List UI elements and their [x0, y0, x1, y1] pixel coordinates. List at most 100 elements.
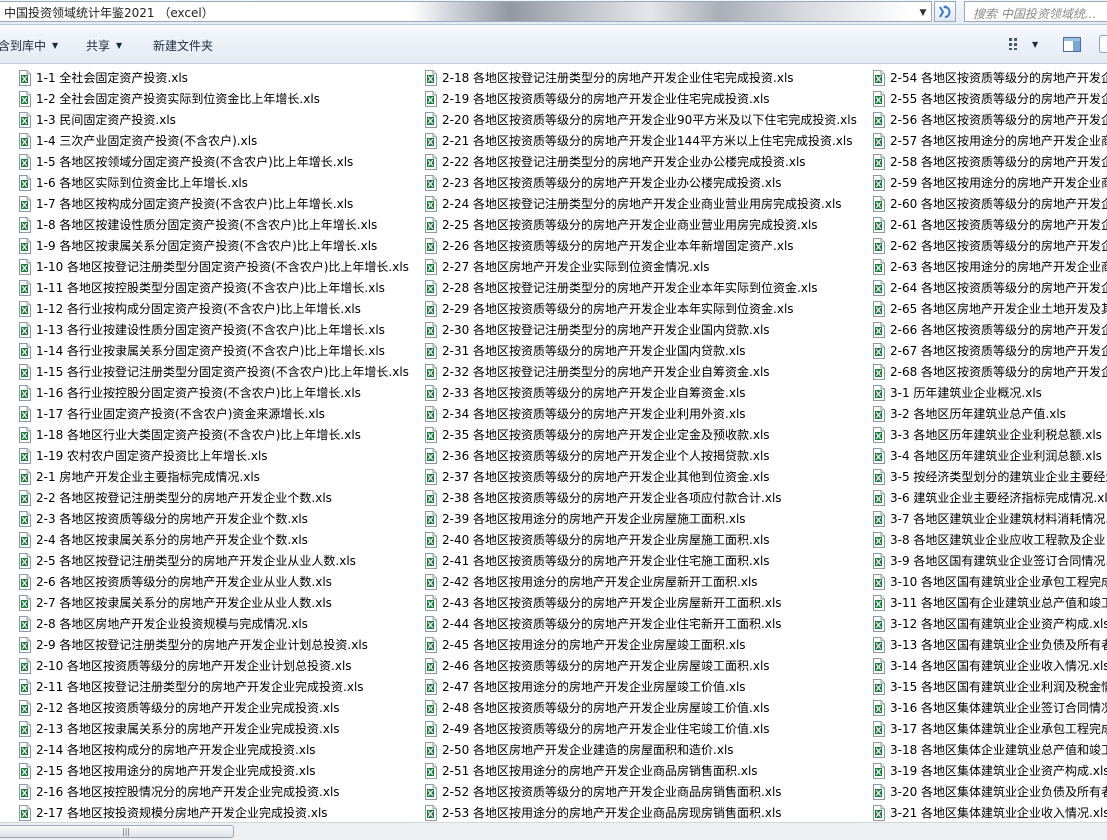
file-item[interactable]: 3-13 各地区国有建筑业企业负债及所有者 [872, 634, 1107, 655]
file-item[interactable]: 2-43 各地区按资质等级分的房地产开发企业房屋新开工面积.xls [424, 592, 857, 613]
file-item[interactable]: 2-22 各地区按登记注册类型分的房地产开发企业办公楼完成投资.xls [424, 151, 857, 172]
file-item[interactable]: 1-10 各地区按登记注册类型分固定资产投资(不含农户)比上年增长.xls [18, 256, 409, 277]
file-item[interactable]: 1-2 全社会固定资产投资实际到位资金比上年增长.xls [18, 88, 409, 109]
preview-pane-button[interactable] [1063, 37, 1081, 55]
file-item[interactable]: 2-52 各地区按资质等级分的房地产开发企业商品房销售面积.xls [424, 781, 857, 802]
file-item[interactable]: 2-55 各地区按资质等级分的房地产开发企 [872, 88, 1107, 109]
file-item[interactable]: 2-65 各地区房地产开发企业土地开发及其 [872, 298, 1107, 319]
file-item[interactable]: 2-18 各地区按登记注册类型分的房地产开发企业住宅完成投资.xls [424, 67, 857, 88]
file-item[interactable]: 2-4 各地区按隶属关系分的房地产开发企业个数.xls [18, 529, 409, 550]
file-item[interactable]: 2-38 各地区按资质等级分的房地产开发企业各项应付款合计.xls [424, 487, 857, 508]
file-item[interactable]: 2-21 各地区按资质等级分的房地产开发企业144平方米以上住宅完成投资.xls [424, 130, 857, 151]
file-item[interactable]: 2-66 各地区按资质等级分的房地产开发企 [872, 319, 1107, 340]
file-item[interactable]: 1-19 农村农户固定资产投资比上年增长.xls [18, 445, 409, 466]
file-item[interactable]: 2-57 各地区按用途分的房地产开发企业商 [872, 130, 1107, 151]
file-item[interactable]: 3-10 各地区国有建筑业企业承包工程完成 [872, 571, 1107, 592]
file-item[interactable]: 3-18 各地区集体企业建筑业总产值和竣工 [872, 739, 1107, 760]
file-item[interactable]: 1-5 各地区按领域分固定资产投资(不含农户)比上年增长.xls [18, 151, 409, 172]
file-item[interactable]: 3-4 各地区历年建筑业企业利润总额.xls [872, 445, 1107, 466]
file-item[interactable]: 2-28 各地区按登记注册类型分的房地产开发企业本年实际到位资金.xls [424, 277, 857, 298]
share-button[interactable]: 共享 ▼ [86, 37, 122, 54]
file-item[interactable]: 2-58 各地区按资质等级分的房地产开发企 [872, 151, 1107, 172]
file-item[interactable]: 2-14 各地区按构成分的房地产开发企业完成投资.xls [18, 739, 409, 760]
file-item[interactable]: 2-32 各地区按登记注册类型分的房地产开发企业自筹资金.xls [424, 361, 857, 382]
new-folder-button[interactable]: 新建文件夹 [153, 37, 213, 54]
file-item[interactable]: 3-9 各地区国有建筑业企业签订合同情况. [872, 550, 1107, 571]
file-item[interactable]: 3-5 按经济类型划分的建筑业企业主要经济 [872, 466, 1107, 487]
file-item[interactable]: 2-34 各地区按资质等级分的房地产开发企业利用外资.xls [424, 403, 857, 424]
file-item[interactable]: 2-3 各地区按资质等级分的房地产开发企业个数.xls [18, 508, 409, 529]
file-item[interactable]: 3-3 各地区历年建筑业企业利税总额.xls [872, 424, 1107, 445]
file-item[interactable]: 3-7 各地区建筑业企业建筑材料消耗情况. [872, 508, 1107, 529]
file-item[interactable]: 1-8 各地区按建设性质分固定资产投资(不含农户)比上年增长.xls [18, 214, 409, 235]
file-item[interactable]: 2-67 各地区按资质等级分的房地产开发企 [872, 340, 1107, 361]
file-item[interactable]: 2-23 各地区按资质等级分的房地产开发企业办公楼完成投资.xls [424, 172, 857, 193]
file-item[interactable]: 2-36 各地区按资质等级分的房地产开发企业个人按揭贷款.xls [424, 445, 857, 466]
file-item[interactable]: 1-15 各行业按登记注册类型分固定资产投资(不含农户)比上年增长.xls [18, 361, 409, 382]
file-item[interactable]: 2-51 各地区按用途分的房地产开发企业商品房销售面积.xls [424, 760, 857, 781]
file-item[interactable]: 2-31 各地区按资质等级分的房地产开发企业国内贷款.xls [424, 340, 857, 361]
file-item[interactable]: 2-5 各地区按登记注册类型分的房地产开发企业从业人数.xls [18, 550, 409, 571]
file-item[interactable]: 2-33 各地区按资质等级分的房地产开发企业自筹资金.xls [424, 382, 857, 403]
file-item[interactable]: 3-1 历年建筑业企业概况.xls [872, 382, 1107, 403]
file-item[interactable]: 2-16 各地区按控股情况分的房地产开发企业完成投资.xls [18, 781, 409, 802]
file-item[interactable]: 2-47 各地区按用途分的房地产开发企业房屋竣工价值.xls [424, 676, 857, 697]
file-item[interactable]: 2-7 各地区按隶属关系分的房地产开发企业从业人数.xls [18, 592, 409, 613]
file-item[interactable]: 2-44 各地区按资质等级分的房地产开发企业住宅新开工面积.xls [424, 613, 857, 634]
file-item[interactable]: 1-12 各行业按构成分固定资产投资(不含农户)比上年增长.xls [18, 298, 409, 319]
file-item[interactable]: 2-1 房地产开发企业主要指标完成情况.xls [18, 466, 409, 487]
file-item[interactable]: 2-42 各地区按用途分的房地产开发企业房屋新开工面积.xls [424, 571, 857, 592]
file-item[interactable]: 2-39 各地区按用途分的房地产开发企业房屋施工面积.xls [424, 508, 857, 529]
search-input[interactable]: 搜索 中国投资领域统... [964, 1, 1107, 22]
file-item[interactable]: 2-56 各地区按资质等级分的房地产开发企 [872, 109, 1107, 130]
file-item[interactable]: 1-9 各地区按隶属关系分固定资产投资(不含农户)比上年增长.xls [18, 235, 409, 256]
file-item[interactable]: 2-13 各地区按隶属关系分的房地产开发企业完成投资.xls [18, 718, 409, 739]
file-item[interactable]: 2-8 各地区房地产开发企业投资规模与完成情况.xls [18, 613, 409, 634]
file-item[interactable]: 1-6 各地区实际到位资金比上年增长.xls [18, 172, 409, 193]
file-item[interactable]: 2-27 各地区房地产开发企业实际到位资金情况.xls [424, 256, 857, 277]
file-item[interactable]: 3-21 各地区集体建筑业企业收入情况.xls [872, 802, 1107, 822]
file-item[interactable]: 3-6 建筑业企业主要经济指标完成情况.xls [872, 487, 1107, 508]
refresh-button[interactable] [934, 1, 956, 22]
file-item[interactable]: 2-50 各地区房地产开发企业建造的房屋面积和造价.xls [424, 739, 857, 760]
file-item[interactable]: 1-16 各行业按控股分固定资产投资(不含农户)比上年增长.xls [18, 382, 409, 403]
file-item[interactable]: 2-49 各地区按资质等级分的房地产开发企业住宅竣工价值.xls [424, 718, 857, 739]
file-item[interactable]: 1-14 各行业按隶属关系分固定资产投资(不含农户)比上年增长.xls [18, 340, 409, 361]
file-item[interactable]: 2-53 各地区按用途分的房地产开发企业商品房现房销售面积.xls [424, 802, 857, 822]
file-item[interactable]: 3-19 各地区集体建筑业企业资产构成.xls [872, 760, 1107, 781]
file-item[interactable]: 2-41 各地区按资质等级分的房地产开发企业住宅施工面积.xls [424, 550, 857, 571]
file-item[interactable]: 2-2 各地区按登记注册类型分的房地产开发企业个数.xls [18, 487, 409, 508]
file-item[interactable]: 2-62 各地区按资质等级分的房地产开发企 [872, 235, 1107, 256]
file-item[interactable]: 2-40 各地区按资质等级分的房地产开发企业房屋施工面积.xls [424, 529, 857, 550]
file-item[interactable]: 2-26 各地区按资质等级分的房地产开发企业本年新增固定资产.xls [424, 235, 857, 256]
file-item[interactable]: 1-4 三次产业固定资产投资(不含农户).xls [18, 130, 409, 151]
file-item[interactable]: 2-35 各地区按资质等级分的房地产开发企业定金及预收款.xls [424, 424, 857, 445]
horizontal-scrollbar[interactable]: ||| [0, 822, 1107, 840]
file-item[interactable]: 2-48 各地区按资质等级分的房地产开发企业房屋竣工价值.xls [424, 697, 857, 718]
file-item[interactable]: 2-17 各地区按投资规模分房地产开发企业完成投资.xls [18, 802, 409, 822]
file-item[interactable]: 1-11 各地区按控股类型分固定资产投资(不含农户)比上年增长.xls [18, 277, 409, 298]
file-item[interactable]: 2-10 各地区按资质等级分的房地产开发企业计划总投资.xls [18, 655, 409, 676]
include-in-library-button[interactable]: 含到库中 ▼ [0, 37, 58, 54]
file-item[interactable]: 2-24 各地区按登记注册类型分的房地产开发企业商业营业用房完成投资.xls [424, 193, 857, 214]
file-item[interactable]: 3-2 各地区历年建筑业总产值.xls [872, 403, 1107, 424]
file-item[interactable]: 3-14 各地区国有建筑业企业收入情况.xls [872, 655, 1107, 676]
help-button[interactable] [1099, 35, 1107, 53]
file-item[interactable]: 2-25 各地区按资质等级分的房地产开发企业商业营业用房完成投资.xls [424, 214, 857, 235]
file-item[interactable]: 2-46 各地区按资质等级分的房地产开发企业房屋竣工面积.xls [424, 655, 857, 676]
file-item[interactable]: 2-19 各地区按资质等级分的房地产开发企业住宅完成投资.xls [424, 88, 857, 109]
change-view-button[interactable]: ▼ [1008, 37, 1038, 51]
file-item[interactable]: 2-6 各地区按资质等级分的房地产开发企业从业人数.xls [18, 571, 409, 592]
file-item[interactable]: 2-37 各地区按资质等级分的房地产开发企业其他到位资金.xls [424, 466, 857, 487]
file-item[interactable]: 2-20 各地区按资质等级分的房地产开发企业90平方米及以下住宅完成投资.xls [424, 109, 857, 130]
file-item[interactable]: 3-15 各地区国有建筑业企业利润及税金情 [872, 676, 1107, 697]
file-item[interactable]: 2-68 各地区按资质等级分的房地产开发企 [872, 361, 1107, 382]
file-item[interactable]: 2-30 各地区按登记注册类型分的房地产开发企业国内贷款.xls [424, 319, 857, 340]
file-item[interactable]: 2-45 各地区按用途分的房地产开发企业房屋竣工面积.xls [424, 634, 857, 655]
file-item[interactable]: 2-61 各地区按资质等级分的房地产开发企 [872, 214, 1107, 235]
file-item[interactable]: 2-12 各地区按资质等级分的房地产开发企业完成投资.xls [18, 697, 409, 718]
file-item[interactable]: 2-63 各地区按用途分的房地产开发企业商 [872, 256, 1107, 277]
file-item[interactable]: 2-54 各地区按资质等级分的房地产开发企 [872, 67, 1107, 88]
address-path-field[interactable]: 中国投资领域统计年鉴2021 （excel） ▼ [0, 1, 932, 22]
file-item[interactable]: 3-11 各地区国有企业建筑业总产值和竣工 [872, 592, 1107, 613]
